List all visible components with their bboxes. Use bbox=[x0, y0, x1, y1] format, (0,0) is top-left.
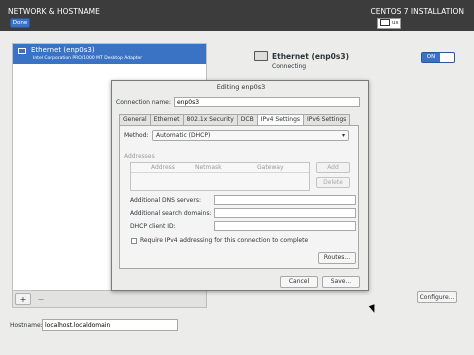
page-title: NETWORK & HOSTNAME bbox=[8, 7, 100, 16]
device-detail-name: Ethernet (enp0s3) bbox=[272, 52, 350, 61]
device-description: Intel Corporation PRO/1000 MT Desktop Ad… bbox=[33, 56, 143, 61]
save-button[interactable]: Save... bbox=[322, 276, 360, 288]
dhcp-client-id-label: DHCP client ID: bbox=[130, 223, 176, 230]
keyboard-layout-label: us bbox=[392, 20, 399, 26]
configure-button[interactable]: Configure... bbox=[417, 291, 457, 303]
install-title: CENTOS 7 INSTALLATION bbox=[370, 7, 464, 16]
done-button[interactable]: Done bbox=[10, 18, 30, 28]
method-value: Automatic (DHCP) bbox=[156, 132, 211, 139]
keyboard-layout-indicator[interactable]: us bbox=[377, 18, 401, 29]
edit-connection-dialog: Editing enp0s3 Connection name: General … bbox=[111, 80, 369, 291]
cancel-button[interactable]: Cancel bbox=[280, 276, 318, 288]
device-on-off-toggle[interactable]: ON bbox=[421, 52, 455, 63]
search-domains-label: Additional search domains: bbox=[130, 210, 212, 217]
add-device-button[interactable]: + bbox=[15, 293, 31, 305]
tab-dcb[interactable]: DCB bbox=[236, 114, 258, 125]
dns-servers-label: Additional DNS servers: bbox=[130, 197, 201, 204]
column-header-address: Address bbox=[151, 164, 175, 171]
toggle-on-label: ON bbox=[422, 53, 440, 62]
device-list-toolbar: + − bbox=[12, 290, 207, 308]
connection-name-input[interactable] bbox=[174, 97, 360, 107]
list-item-ethernet-enp0s3[interactable]: Ethernet (enp0s3) Intel Corporation PRO/… bbox=[13, 44, 206, 64]
method-label: Method: bbox=[124, 132, 149, 139]
addresses-table[interactable]: Address Netmask Gateway bbox=[130, 162, 310, 191]
table-header-divider bbox=[131, 172, 309, 173]
hostname-label: Hostname: bbox=[10, 322, 43, 329]
mouse-cursor-icon bbox=[368, 304, 378, 314]
routes-button[interactable]: Routes... bbox=[318, 252, 356, 264]
add-address-button[interactable]: Add bbox=[316, 162, 350, 173]
device-status: Connecting bbox=[272, 63, 307, 70]
dns-servers-input[interactable] bbox=[214, 195, 356, 205]
hostname-input[interactable] bbox=[42, 319, 178, 331]
top-header-bar: NETWORK & HOSTNAME Done CENTOS 7 INSTALL… bbox=[0, 0, 474, 31]
tab-8021x-security[interactable]: 802.1x Security bbox=[182, 114, 238, 125]
delete-address-button[interactable]: Delete bbox=[316, 177, 350, 188]
chevron-down-icon: ▾ bbox=[341, 132, 345, 139]
tab-ethernet[interactable]: Ethernet bbox=[149, 114, 184, 125]
search-domains-input[interactable] bbox=[214, 208, 356, 218]
settings-tabs: General Ethernet 802.1x Security DCB IPv… bbox=[119, 114, 351, 126]
addresses-label: Addresses bbox=[124, 153, 155, 160]
require-ipv4-label: Require IPv4 addressing for this connect… bbox=[140, 237, 309, 244]
column-header-gateway: Gateway bbox=[257, 164, 284, 171]
tab-general[interactable]: General bbox=[119, 114, 151, 125]
remove-device-button[interactable]: − bbox=[33, 293, 49, 305]
column-header-netmask: Netmask bbox=[195, 164, 222, 171]
ipv4-settings-panel: Method: Automatic (DHCP) ▾ Addresses Add… bbox=[119, 125, 359, 269]
device-name: Ethernet (enp0s3) bbox=[31, 46, 95, 54]
method-select[interactable]: Automatic (DHCP) ▾ bbox=[152, 130, 349, 141]
connection-name-label: Connection name: bbox=[116, 99, 171, 106]
ethernet-icon bbox=[18, 48, 26, 54]
network-device-icon bbox=[254, 51, 268, 61]
keyboard-icon bbox=[380, 19, 390, 26]
tab-ipv6-settings[interactable]: IPv6 Settings bbox=[303, 114, 351, 125]
dhcp-client-id-input[interactable] bbox=[214, 221, 356, 231]
dialog-title: Editing enp0s3 bbox=[216, 83, 266, 91]
require-ipv4-checkbox[interactable] bbox=[131, 238, 137, 244]
